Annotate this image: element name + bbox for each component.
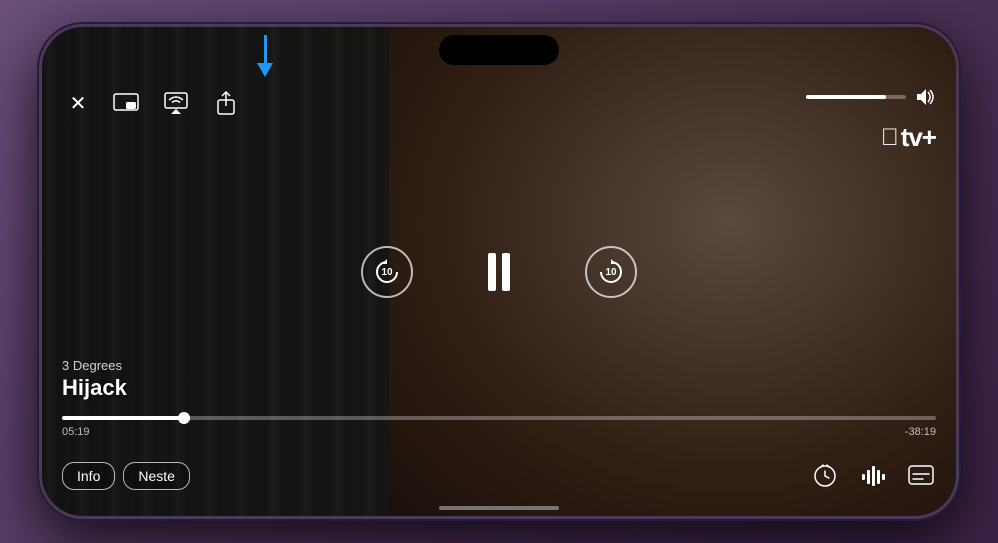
phone-frame: ✕ — [39, 24, 959, 519]
title-area: 3 Degrees Hijack — [62, 358, 127, 401]
remaining-time: -38:19 — [905, 426, 936, 438]
home-indicator — [439, 506, 559, 510]
playback-speed-icon[interactable] — [810, 461, 840, 491]
apple-logo-symbol:  — [881, 126, 899, 150]
center-playback-controls: 10 10 — [361, 246, 637, 298]
current-time: 05:19 — [62, 426, 90, 438]
volume-control[interactable] — [806, 87, 936, 107]
forward-seconds: 10 — [605, 267, 616, 278]
episode-label: 3 Degrees — [62, 358, 127, 373]
dynamic-island — [439, 35, 559, 65]
pause-bar-left — [488, 253, 496, 291]
progress-thumb[interactable] — [178, 412, 190, 424]
video-content: ✕ — [42, 27, 956, 516]
forward-button[interactable]: 10 — [585, 246, 637, 298]
appletv-logo:  tv+ — [881, 122, 936, 153]
time-labels: 05:19 -38:19 — [62, 426, 936, 438]
info-button[interactable]: Info — [62, 462, 115, 490]
bottom-action-buttons: Info Neste — [62, 462, 190, 490]
bottom-area: Info Neste — [62, 461, 936, 491]
top-right-area — [806, 87, 936, 107]
tv-plus-text: tv+ — [901, 122, 936, 153]
blue-arrow-indicator — [257, 35, 273, 77]
blue-arrow-head — [257, 63, 273, 77]
rewind-button[interactable]: 10 — [361, 246, 413, 298]
pause-button[interactable] — [473, 246, 525, 298]
volume-icon — [914, 87, 936, 107]
airplay-icon[interactable] — [160, 87, 192, 119]
next-button[interactable]: Neste — [123, 462, 190, 490]
top-icon-group — [110, 87, 242, 119]
progress-fill — [62, 416, 184, 420]
subtitles-icon[interactable] — [906, 461, 936, 491]
show-title: Hijack — [62, 375, 127, 401]
volume-fill — [806, 95, 886, 99]
pip-icon[interactable] — [110, 87, 142, 119]
pause-icon — [488, 253, 510, 291]
pause-bar-right — [502, 253, 510, 291]
rewind-seconds: 10 — [381, 267, 392, 278]
progress-bar-track[interactable] — [62, 416, 936, 420]
blue-arrow-line — [264, 35, 267, 63]
audio-tracks-icon[interactable] — [858, 461, 888, 491]
bottom-right-icons — [810, 461, 936, 491]
progress-area[interactable]: 05:19 -38:19 — [62, 416, 936, 438]
phone-outer: ✕ — [0, 0, 998, 543]
share-icon[interactable] — [210, 87, 242, 119]
close-button[interactable]: ✕ — [62, 87, 94, 119]
volume-bar — [806, 95, 906, 99]
